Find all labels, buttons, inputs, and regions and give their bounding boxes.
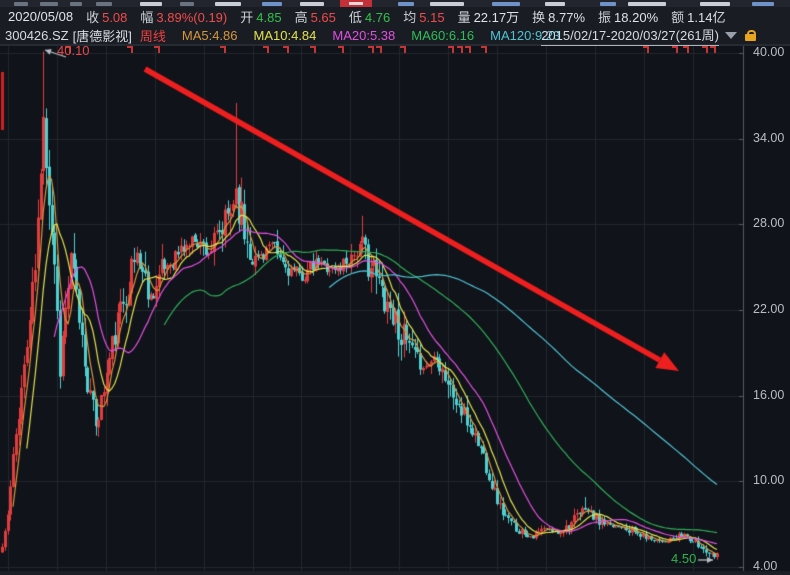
event-flag-icon: [220, 46, 226, 53]
event-flag-icon: [457, 46, 463, 53]
quote-field-额: 额1.14亿: [671, 7, 725, 26]
field-value: 3.89%(0.19): [156, 10, 227, 25]
event-flag-icon: [702, 46, 708, 53]
menu-fragment: [700, 2, 730, 6]
lock-icon[interactable]: [745, 30, 756, 41]
quote-field-开: 开4.85: [240, 7, 281, 26]
field-label: 收: [86, 10, 99, 25]
top-menu-bar-clipped[interactable]: [0, 0, 790, 7]
event-flag-icon: [710, 46, 716, 53]
y-axis-label: 28.00: [753, 216, 784, 230]
y-axis-label: 22.00: [753, 302, 784, 316]
menu-fragment: [752, 2, 774, 6]
field-label: 高: [295, 10, 308, 25]
field-label: 额: [671, 10, 684, 25]
menu-fragment: [600, 2, 616, 6]
date-range-text[interactable]: 2015/02/17-2020/03/27(261周): [541, 25, 719, 46]
field-label: 均: [403, 10, 416, 25]
menu-fragment: [180, 2, 194, 6]
field-value: 5.15: [419, 10, 444, 25]
field-label: 振: [598, 10, 611, 25]
event-flag-icon: [338, 46, 344, 53]
field-value: 4.85: [256, 10, 281, 25]
menu-fragment: [262, 2, 282, 6]
ma-label-1: MA5:4.86: [182, 28, 238, 43]
chart-area: 40.00 34.00 28.00 22.00 16.00 10.00 4.00 40.10…: [0, 46, 790, 575]
event-flag-icon: [154, 46, 160, 53]
menu-fragment: [300, 2, 324, 6]
quote-field-收: 收5.08: [86, 7, 127, 26]
menu-fragment: [140, 2, 162, 6]
quote-field-换: 换8.77%: [532, 7, 585, 26]
date-range-control[interactable]: 2015/02/17-2020/03/27(261周): [541, 26, 756, 44]
event-flag-icon: [127, 46, 133, 53]
quote-field-低: 低4.76: [349, 7, 390, 26]
candlestick-chart[interactable]: [0, 46, 790, 575]
quote-bar: 2020/05/08 收5.08幅3.89%(0.19)开4.85高5.65低4…: [0, 7, 790, 26]
quote-fields: 收5.08 幅3.89%(0.19) 开4.85 高5.65 低4.76 均5.15 量22…: [73, 7, 725, 26]
ma-label-2: MA10:4.84: [254, 28, 317, 43]
field-value: 8.77%: [548, 10, 585, 25]
y-axis-label: 34.00: [753, 131, 784, 145]
field-label: 换: [532, 10, 545, 25]
y-axis-label: 10.00: [753, 473, 784, 487]
ma-label-3: MA20:5.38: [332, 28, 395, 43]
lock-body: [745, 34, 756, 41]
ma-legend: MA5:4.86MA10:4.84MA20:5.38MA60:6.16MA120…: [166, 28, 560, 43]
menu-fragment: [40, 2, 58, 6]
menu-fragment: [430, 2, 464, 6]
event-flag-icon: [683, 46, 689, 53]
field-value: 5.65: [311, 10, 336, 25]
event-flag-icon: [465, 46, 471, 53]
chevron-down-icon[interactable]: [725, 32, 737, 39]
quote-field-高: 高5.65: [295, 7, 336, 26]
stock-name[interactable]: [唐德影视]: [73, 26, 132, 45]
field-value: 4.76: [365, 10, 390, 25]
field-label: 低: [349, 10, 362, 25]
event-flag-icon: [672, 46, 678, 53]
menu-fragment: [215, 2, 241, 6]
event-flag-icon: [283, 46, 289, 53]
field-label: 开: [240, 10, 253, 25]
low-price-annotation: 4.50: [671, 551, 696, 566]
quote-field-振: 振18.20%: [598, 7, 658, 26]
menu-fragment: [398, 2, 414, 6]
field-value: 5.08: [102, 10, 127, 25]
menu-fragment: [96, 2, 112, 6]
peak-price-annotation: 40.10: [57, 43, 90, 58]
period-label[interactable]: 周线: [140, 26, 166, 45]
event-flag-icon: [263, 46, 269, 53]
header: 2020/05/08 收5.08幅3.89%(0.19)开4.85高5.65低4…: [0, 7, 790, 46]
tab-label-fragment: [349, 2, 363, 5]
menu-fragment: [14, 2, 28, 6]
event-flag-icon: [481, 46, 487, 53]
menu-fragment: [70, 2, 82, 6]
quote-date: 2020/05/08: [8, 9, 73, 24]
field-value: 22.17万: [474, 10, 520, 25]
event-flag-icon: [376, 46, 382, 53]
field-label: 幅: [140, 10, 153, 25]
menu-fragment: [628, 2, 666, 6]
y-axis-label: 16.00: [753, 388, 784, 402]
menu-fragment: [545, 2, 565, 6]
event-flag-icon: [448, 46, 454, 53]
field-value: 18.20%: [614, 10, 658, 25]
field-label: 量: [458, 10, 471, 25]
field-value: 1.14亿: [687, 10, 725, 25]
quote-field-幅: 幅3.89%(0.19): [140, 7, 227, 26]
ma-label-4: MA60:6.16: [411, 28, 474, 43]
top-tab-active-fragment[interactable]: [340, 0, 372, 7]
event-flag-icon: [310, 46, 316, 53]
y-axis-label: 4.00: [753, 559, 777, 573]
menu-fragment: [492, 2, 520, 6]
quote-field-均: 均5.15: [403, 7, 444, 26]
event-flag-icon: [368, 46, 374, 53]
stock-code[interactable]: 300426.SZ: [5, 28, 69, 43]
y-axis-label: 40.00: [753, 45, 784, 59]
event-flag-icon: [400, 46, 406, 53]
quote-field-量: 量22.17万: [458, 7, 520, 26]
event-flag-icon: [643, 46, 649, 53]
